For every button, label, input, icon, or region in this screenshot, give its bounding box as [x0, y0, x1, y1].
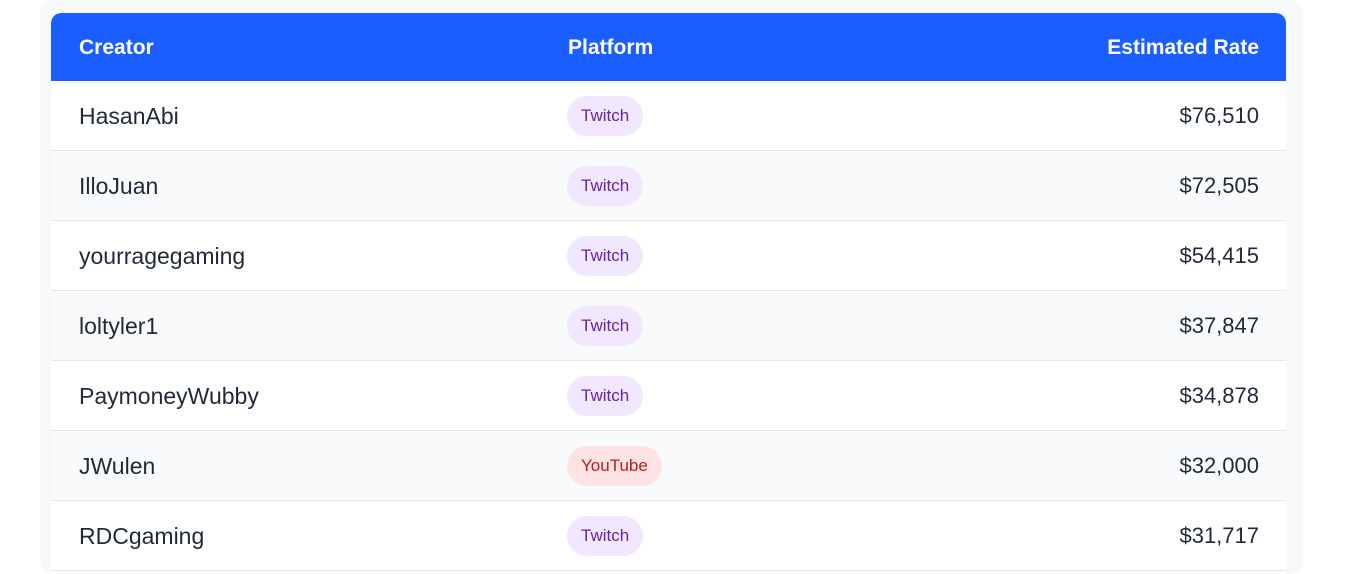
table-row[interactable]: RDCgaming Twitch $31,717 — [51, 501, 1286, 571]
estimated-rate: $32,000 — [1179, 453, 1259, 478]
platform-badge: Twitch — [567, 306, 644, 346]
table-header: Creator Platform Estimated Rate — [51, 13, 1286, 81]
creator-name: PaymoneyWubby — [79, 383, 259, 409]
creator-name: IlloJuan — [79, 173, 159, 199]
column-header-estimated-rate[interactable]: Estimated Rate — [1107, 13, 1259, 83]
platform-badge: Twitch — [567, 376, 644, 416]
platform-cell: Twitch — [567, 166, 644, 206]
creator-name: JWulen — [79, 453, 156, 479]
platform-badge: Twitch — [567, 166, 644, 206]
estimated-rate: $31,717 — [1179, 523, 1259, 548]
table-row[interactable]: PaymoneyWubby Twitch $34,878 — [51, 361, 1286, 431]
creators-table: Creator Platform Estimated Rate HasanAbi… — [51, 13, 1286, 574]
estimated-rate: $34,878 — [1179, 383, 1259, 408]
creator-name: yourragegaming — [79, 243, 246, 269]
table-row[interactable]: loltyler1 Twitch $37,847 — [51, 291, 1286, 361]
table-row[interactable]: JWulen YouTube $32,000 — [51, 431, 1286, 501]
platform-badge: YouTube — [567, 446, 662, 486]
table-row[interactable]: yourragegaming Twitch $54,415 — [51, 221, 1286, 291]
platform-cell: YouTube — [567, 446, 662, 486]
column-header-platform[interactable]: Platform — [568, 13, 653, 83]
column-header-creator[interactable]: Creator — [79, 13, 154, 83]
table-row[interactable]: HasanAbi Twitch $76,510 — [51, 81, 1286, 151]
platform-cell: Twitch — [567, 516, 644, 556]
creator-name: RDCgaming — [79, 523, 205, 549]
estimated-rate: $72,505 — [1179, 173, 1259, 198]
platform-cell: Twitch — [567, 376, 644, 416]
platform-badge: Twitch — [567, 236, 644, 276]
platform-badge: Twitch — [567, 96, 644, 136]
platform-cell: Twitch — [567, 236, 644, 276]
platform-cell: Twitch — [567, 96, 644, 136]
estimated-rate: $37,847 — [1179, 313, 1259, 338]
table-row[interactable]: IlloJuan Twitch $72,505 — [51, 151, 1286, 221]
estimated-rate: $54,415 — [1179, 243, 1259, 268]
creator-name: loltyler1 — [79, 313, 159, 339]
estimated-rate: $76,510 — [1179, 103, 1259, 128]
creator-name: HasanAbi — [79, 103, 179, 129]
platform-badge: Twitch — [567, 516, 644, 556]
platform-cell: Twitch — [567, 306, 644, 346]
